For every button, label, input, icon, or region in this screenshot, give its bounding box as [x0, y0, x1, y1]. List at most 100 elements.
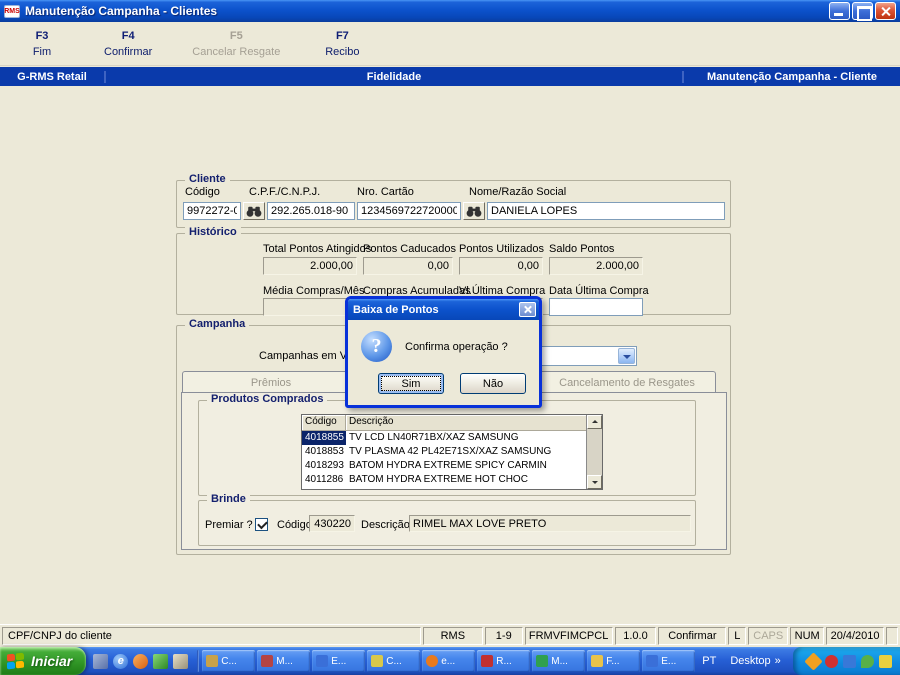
- windows-logo-icon: [7, 651, 26, 670]
- application-window: RMS Manutenção Campanha - Clientes F3 Fi…: [0, 0, 900, 675]
- toolbar-f3-fim[interactable]: F3 Fim: [14, 27, 70, 61]
- brinde-descricao-field: RIMEL MAX LOVE PRETO: [409, 515, 691, 532]
- language-indicator[interactable]: PT: [696, 655, 722, 667]
- media-compras-field: 0: [263, 298, 357, 316]
- table-row[interactable]: 4018853 TV PLASMA 42 PL42E71SX/XAZ SAMSU…: [302, 445, 602, 459]
- binoculars-icon: [246, 206, 262, 217]
- table-row[interactable]: 4018855 TV LCD LN40R71BX/XAZ SAMSUNG: [302, 431, 602, 445]
- premiar-checkbox[interactable]: [255, 518, 268, 531]
- table-row[interactable]: 4018293 BATOM HYDRA EXTREME SPICY CARMIN: [302, 459, 602, 473]
- start-button[interactable]: Iniciar: [0, 647, 87, 675]
- taskbar-button-label: R...: [496, 655, 512, 667]
- f4-label: Confirmar: [104, 45, 153, 58]
- produtos-table[interactable]: Código Descrição 4018855 TV LCD LN40R71B…: [301, 414, 603, 490]
- cpf-field[interactable]: [267, 202, 355, 220]
- tray-icon-5[interactable]: [878, 654, 892, 668]
- window-icon: [536, 655, 549, 667]
- banner-module: Fidelidade: [366, 70, 422, 83]
- scroll-up-icon[interactable]: [587, 415, 602, 429]
- pontos-caducados-field: 0,00: [363, 257, 453, 275]
- cell-codigo[interactable]: 4018853: [302, 445, 346, 459]
- nome-field[interactable]: [487, 202, 725, 220]
- saldo-pontos-label: Saldo Pontos: [549, 243, 615, 255]
- taskbar-window-button[interactable]: E...: [642, 650, 696, 672]
- column-codigo[interactable]: Código: [302, 415, 346, 431]
- chevron-right-icon[interactable]: »: [775, 655, 781, 667]
- window-icon: [206, 655, 219, 667]
- banner-screen: Manutenção Campanha - Cliente: [682, 70, 900, 83]
- codigo-field[interactable]: [183, 202, 241, 220]
- dialog-close-icon[interactable]: [519, 302, 536, 317]
- taskbar-button-label: F...: [606, 655, 620, 667]
- f5-label: Cancelar Resgate: [192, 45, 281, 58]
- desktop-toolbar[interactable]: Desktop »: [722, 655, 788, 667]
- nao-button[interactable]: Não: [460, 373, 526, 394]
- taskbar-window-button[interactable]: M...: [257, 650, 311, 672]
- f5-key: F5: [229, 29, 243, 42]
- tab-premios[interactable]: Prêmios: [182, 371, 360, 393]
- taskbar-window-button[interactable]: C...: [367, 650, 421, 672]
- cell-descricao[interactable]: TV LCD LN40R71BX/XAZ SAMSUNG: [346, 431, 587, 445]
- taskbar-window-button[interactable]: E...: [312, 650, 366, 672]
- taskbar-button-label: E...: [661, 655, 677, 667]
- taskbar-window-button[interactable]: M...: [532, 650, 586, 672]
- cartao-label: Nro. Cartão: [357, 186, 414, 198]
- status-bar: CPF/CNPJ do cliente RMS 1-9 FRMVFIMCPCL …: [0, 624, 900, 647]
- status-hint: CPF/CNPJ do cliente: [2, 627, 421, 645]
- tray-icon-1[interactable]: [804, 651, 823, 671]
- window-title: Manutenção Campanha - Clientes: [25, 4, 218, 18]
- cell-descricao[interactable]: BATOM HYDRA EXTREME HOT CHOC: [346, 473, 587, 487]
- scroll-down-icon[interactable]: [587, 475, 602, 489]
- taskbar-divider: [197, 650, 200, 672]
- data-ultima-compra-field[interactable]: [549, 298, 643, 316]
- tab-premios-label: Prêmios: [250, 376, 292, 389]
- cell-codigo[interactable]: 4018293: [302, 459, 346, 473]
- close-icon[interactable]: [875, 2, 896, 20]
- start-label: Iniciar: [31, 653, 73, 669]
- status-system: RMS: [422, 627, 483, 645]
- search-cartao-button[interactable]: [463, 202, 485, 220]
- quicklaunch-messenger-icon[interactable]: [153, 653, 169, 669]
- maximize-icon[interactable]: [852, 2, 873, 21]
- chevron-down-icon[interactable]: [618, 348, 635, 364]
- cell-descricao[interactable]: TV PLASMA 42 PL42E71SX/XAZ SAMSUNG: [346, 445, 587, 459]
- data-ultima-compra-label: Data Última Compra: [549, 285, 649, 297]
- taskbar-window-button[interactable]: C...: [202, 650, 256, 672]
- taskbar-window-button[interactable]: R...: [477, 650, 531, 672]
- cell-codigo[interactable]: 4018855: [302, 431, 346, 445]
- binoculars-icon: [466, 206, 482, 217]
- tray-icon-3[interactable]: [842, 654, 856, 668]
- premiar-label: Premiar ?: [205, 519, 253, 531]
- show-desktop-icon[interactable]: [173, 653, 189, 669]
- brinde-descricao-label: Descrição: [361, 519, 410, 531]
- taskbar-button-label: M...: [276, 655, 293, 667]
- search-codigo-button[interactable]: [243, 202, 265, 220]
- system-tray: 16:33: [792, 647, 900, 675]
- cartao-field[interactable]: [357, 202, 461, 220]
- window-icon: [371, 655, 384, 667]
- toolbar-f4-confirmar[interactable]: F4 Confirmar: [98, 27, 158, 61]
- minimize-icon[interactable]: [829, 2, 850, 20]
- quicklaunch-media-icon[interactable]: [133, 653, 149, 669]
- column-descricao[interactable]: Descrição: [346, 415, 587, 431]
- internet-explorer-icon[interactable]: e: [113, 653, 129, 669]
- cell-descricao[interactable]: BATOM HYDRA EXTREME SPICY CARMIN: [346, 459, 587, 473]
- status-form-id: FRMVFIMCPCL: [524, 627, 613, 645]
- tray-icon-4[interactable]: [860, 654, 874, 668]
- toolbar-f7-recibo[interactable]: F7 Recibo: [314, 27, 370, 61]
- tab-cancelamento-resgates[interactable]: Cancelamento de Resgates: [538, 371, 716, 393]
- taskbar-window-button[interactable]: F...: [587, 650, 641, 672]
- cell-codigo[interactable]: 4011286: [302, 473, 346, 487]
- quicklaunch-app-icon[interactable]: [93, 653, 109, 669]
- status-page: 1-9: [484, 627, 523, 645]
- historico-group-title: Histórico: [185, 226, 241, 238]
- taskbar-window-button[interactable]: e...: [422, 650, 476, 672]
- tray-icon-2[interactable]: [824, 654, 838, 668]
- sim-button[interactable]: Sim: [378, 373, 444, 394]
- dialog-message: Confirma operação ?: [405, 341, 508, 353]
- brinde-codigo-field: 430220: [309, 515, 355, 532]
- taskbar-button-label: e...: [441, 655, 456, 667]
- table-row[interactable]: 4011286 BATOM HYDRA EXTREME HOT CHOC: [302, 473, 602, 487]
- table-scrollbar[interactable]: [586, 415, 602, 489]
- window-icon: [481, 655, 494, 667]
